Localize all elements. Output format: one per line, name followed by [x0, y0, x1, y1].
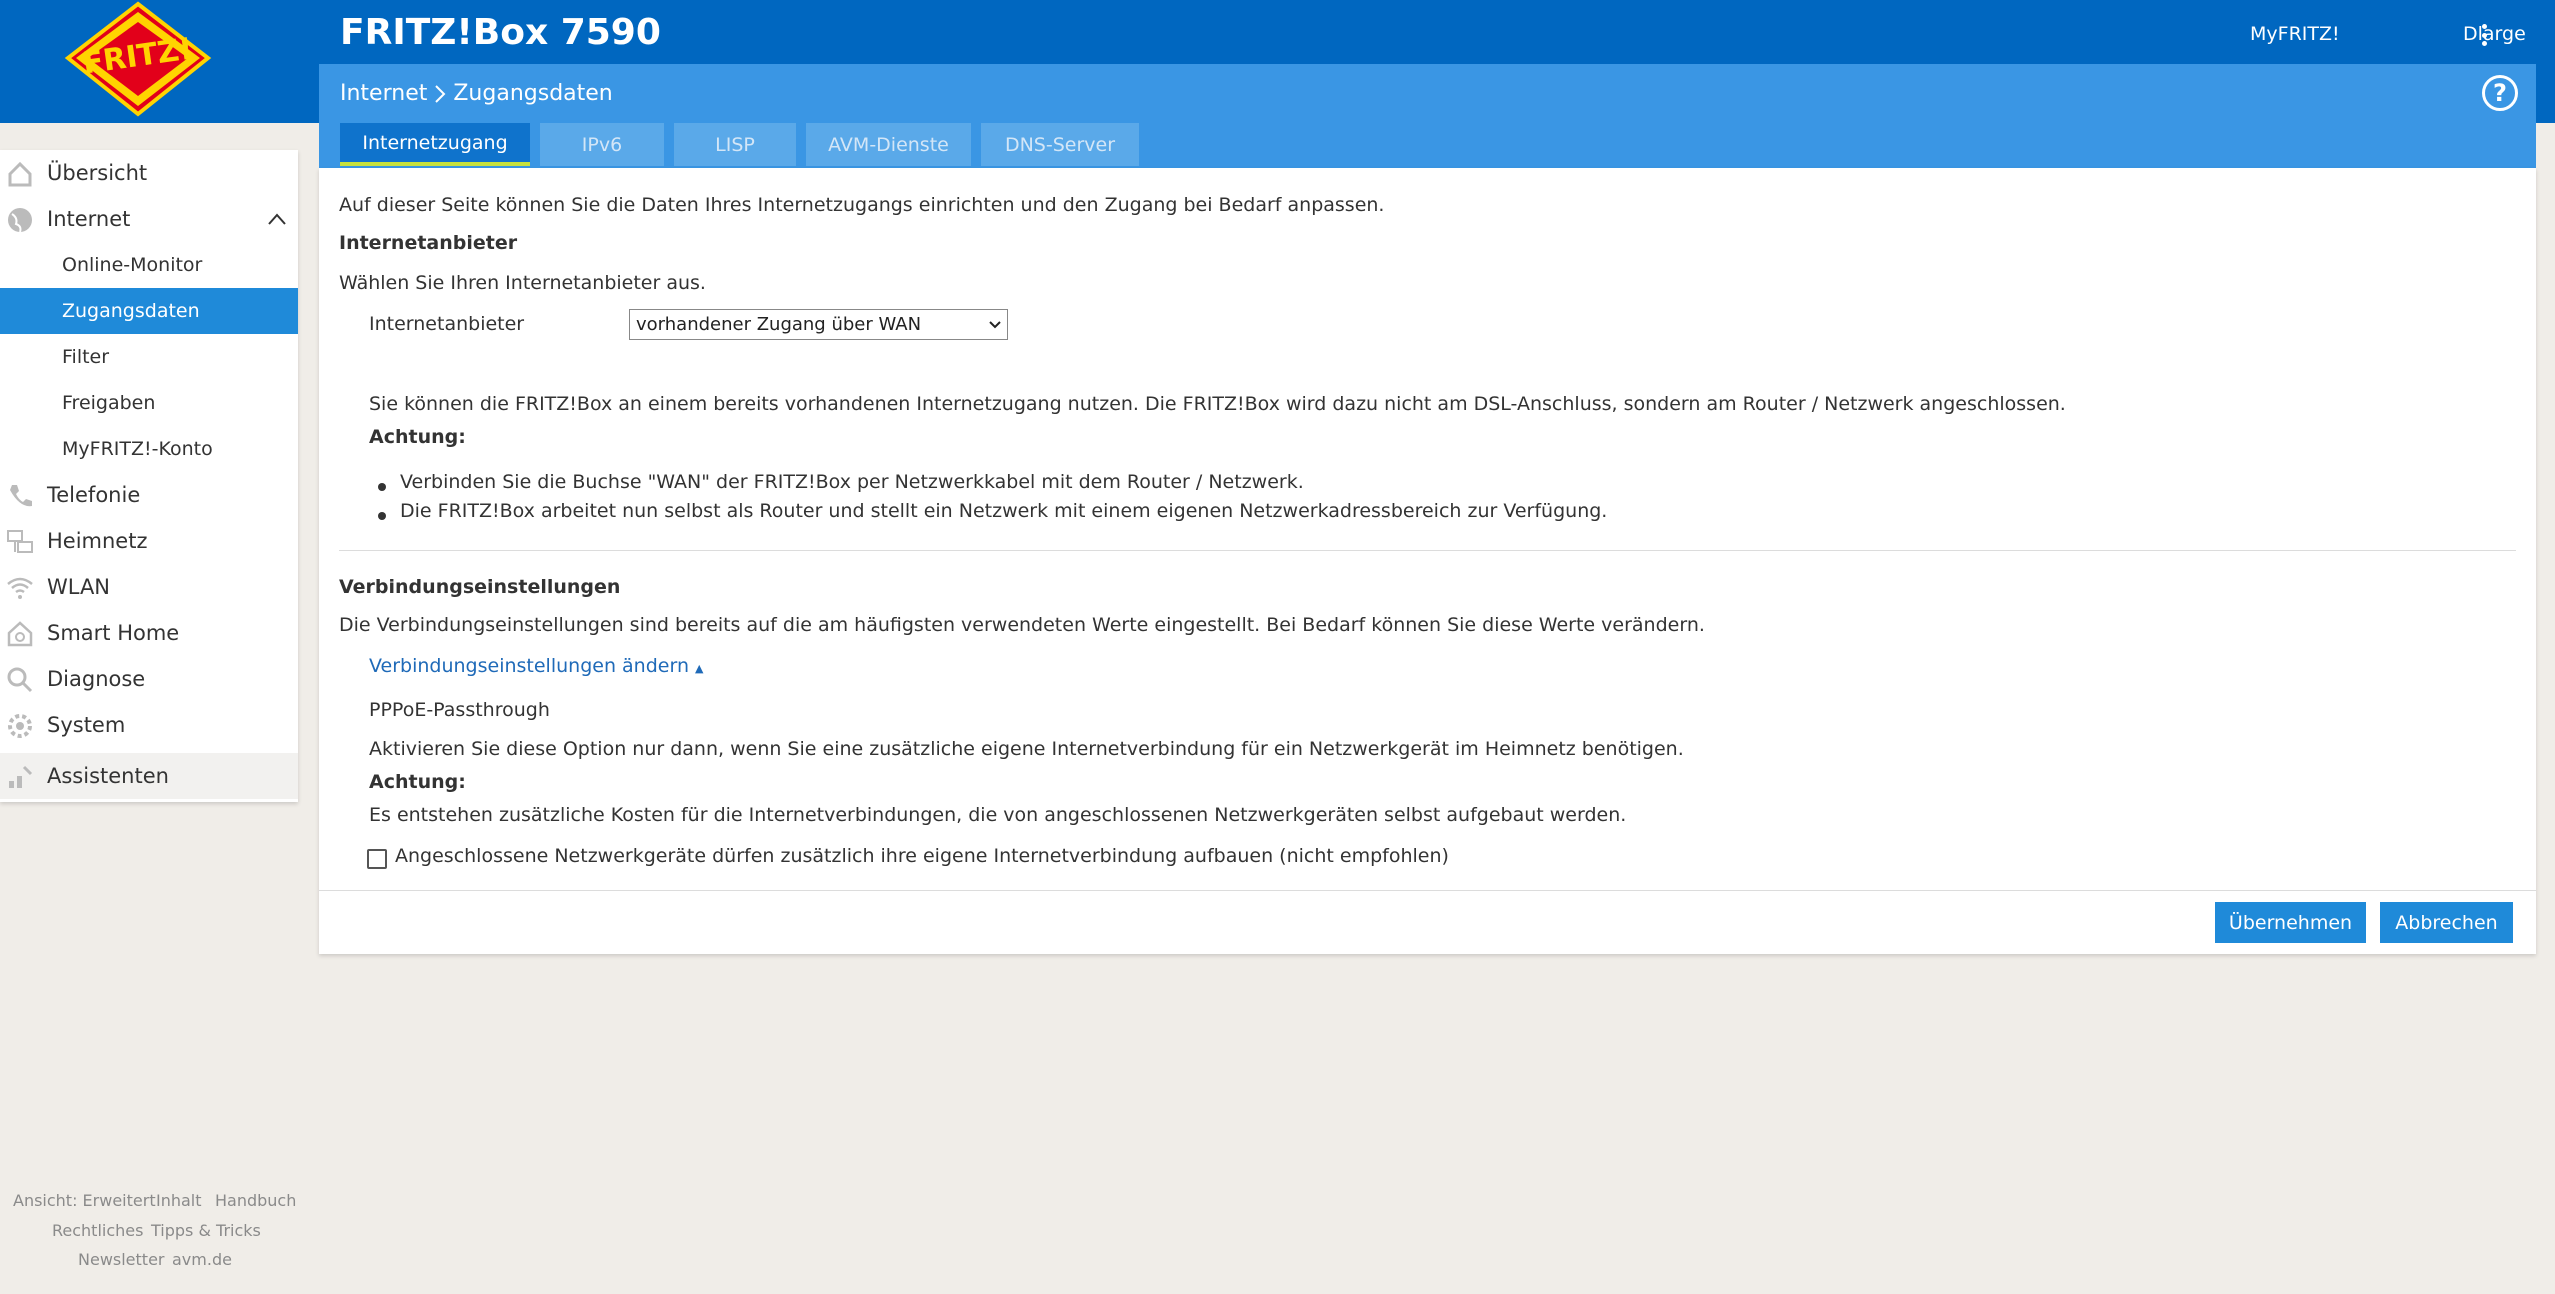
tab-lisp[interactable]: LISP	[674, 123, 796, 166]
main-content: Auf dieser Seite können Sie die Daten Ih…	[319, 168, 2536, 954]
attention-label-2: Achtung:	[369, 771, 466, 793]
sidebar-item-freigaben[interactable]: Freigaben	[0, 380, 298, 426]
sidebar-item-system[interactable]: System	[0, 702, 298, 748]
footer-tips-link[interactable]: Tipps & Tricks	[151, 1221, 261, 1240]
intro-text: Auf dieser Seite können Sie die Daten Ih…	[339, 194, 1385, 216]
tab-internetzugang[interactable]: Internetzugang	[340, 123, 530, 166]
system-gear-icon	[8, 714, 32, 738]
pppoe-hint: Aktivieren Sie diese Option nur dann, we…	[369, 738, 1684, 760]
bullet-dot	[378, 483, 386, 491]
connection-heading: Verbindungseinstellungen	[339, 576, 621, 598]
chevron-up-icon[interactable]	[268, 213, 286, 225]
smart-home-icon	[7, 621, 33, 647]
pppoe-heading: PPPoE-Passthrough	[369, 699, 550, 721]
sidebar-item-assistenten[interactable]: Assistenten	[0, 753, 298, 799]
cancel-button[interactable]: Abbrechen	[2380, 902, 2513, 943]
caret-up-icon: ▲	[695, 662, 704, 675]
page-header: Internet Zugangsdaten ? Internetzugang I…	[319, 64, 2536, 168]
sidebar-item-label: Filter	[62, 346, 110, 368]
footer-contents-link[interactable]: Inhalt	[156, 1191, 202, 1210]
attention-label: Achtung:	[369, 426, 466, 448]
footer-avm-link[interactable]: avm.de	[172, 1250, 232, 1269]
sidebar-item-label: Telefonie	[47, 483, 141, 507]
provider-select-value: vorhandener Zugang über WAN	[636, 314, 922, 335]
sidebar-item-label: Online-Monitor	[62, 254, 203, 276]
sidebar-item-label: Heimnetz	[47, 529, 148, 553]
fritz-logo[interactable]: FRITZ!	[60, 0, 220, 120]
help-icon[interactable]: ?	[2482, 75, 2518, 111]
connection-settings-link[interactable]: Verbindungseinstellungen ändern ▲	[369, 655, 704, 677]
chevron-right-icon	[435, 84, 446, 103]
sidebar-item-heimnetz[interactable]: Heimnetz	[0, 518, 298, 564]
apply-button[interactable]: Übernehmen	[2215, 902, 2366, 943]
footer-manual-link[interactable]: Handbuch	[215, 1191, 296, 1210]
bullet-dot	[378, 512, 386, 520]
sidebar-item-label: MyFRITZ!-Konto	[62, 438, 213, 460]
sidebar-item-myfritz-konto[interactable]: MyFRITZ!-Konto	[0, 426, 298, 472]
footer-newsletter-link[interactable]: Newsletter	[78, 1250, 165, 1269]
wifi-icon	[7, 577, 33, 599]
sidebar-item-label: WLAN	[47, 575, 111, 599]
breadcrumb-section[interactable]: Internet	[340, 81, 427, 106]
pppoe-passthrough-checkbox[interactable]	[367, 849, 387, 869]
sidebar-item-label: Internet	[47, 207, 131, 231]
globe-icon	[8, 208, 32, 233]
provider-heading: Internetanbieter	[339, 232, 518, 254]
pppoe-checkbox-label[interactable]: Angeschlossene Netzwerkgeräte dürfen zus…	[395, 845, 1449, 867]
wizard-icon	[9, 765, 33, 788]
sidebar-item-label: Diagnose	[47, 667, 146, 691]
sidebar-item-label: Assistenten	[47, 764, 169, 788]
myfritz-link[interactable]: MyFRITZ!	[2250, 23, 2340, 45]
sidebar-item-telefonie[interactable]: Telefonie	[0, 472, 298, 518]
sidebar-item-filter[interactable]: Filter	[0, 334, 298, 380]
sidebar-item-label: Übersicht	[47, 161, 148, 185]
network-icon	[7, 530, 33, 553]
bullet-item-2: Die FRITZ!Box arbeitet nun selbst als Ro…	[400, 500, 1608, 522]
section-divider	[339, 550, 2516, 551]
tab-ipv6[interactable]: IPv6	[540, 123, 664, 166]
chevron-down-icon	[989, 320, 1001, 328]
sidebar-item-wlan[interactable]: WLAN	[0, 564, 298, 610]
sidebar-item-online-monitor[interactable]: Online-Monitor	[0, 242, 298, 288]
user-name[interactable]: Dlarge	[2463, 23, 2526, 45]
product-title: FRITZ!Box 7590	[340, 12, 661, 53]
sidebar-item-label: Freigaben	[62, 392, 156, 414]
sidebar-item-zugangsdaten[interactable]: Zugangsdaten	[0, 288, 298, 334]
connection-hint: Die Verbindungseinstellungen sind bereit…	[339, 614, 1705, 636]
sidebar-item-label: System	[47, 713, 126, 737]
provider-select[interactable]: vorhandener Zugang über WAN	[629, 309, 1008, 340]
footer-view-mode[interactable]: Ansicht: Erweitert	[13, 1191, 156, 1210]
tab-avm-dienste[interactable]: AVM-Dienste	[806, 123, 971, 166]
sidebar-item-label: Smart Home	[47, 621, 180, 645]
connection-settings-link-label: Verbindungseinstellungen ändern	[369, 655, 689, 677]
diagnosis-icon	[7, 667, 33, 693]
home-icon	[8, 161, 32, 187]
sidebar-item-label: Zugangsdaten	[62, 300, 200, 322]
breadcrumb: Internet Zugangsdaten	[340, 81, 613, 106]
wan-info-text: Sie können die FRITZ!Box an einem bereit…	[369, 393, 2066, 415]
footer-legal-link[interactable]: Rechtliches	[52, 1221, 143, 1240]
tab-bar: Internetzugang IPv6 LISP AVM-Dienste DNS…	[340, 123, 1139, 168]
sidebar-item-smart-home[interactable]: Smart Home	[0, 610, 298, 656]
more-menu-icon[interactable]	[2481, 24, 2487, 46]
tab-dns-server[interactable]: DNS-Server	[981, 123, 1139, 166]
sidebar-nav: Übersicht Internet Online-Monitor Zugang…	[0, 150, 298, 802]
sidebar-item-uebersicht[interactable]: Übersicht	[0, 150, 298, 196]
sidebar-item-diagnose[interactable]: Diagnose	[0, 656, 298, 702]
bullet-item-1: Verbinden Sie die Buchse "WAN" der FRITZ…	[400, 471, 1304, 493]
provider-label: Internetanbieter	[369, 313, 525, 335]
breadcrumb-page: Zugangsdaten	[453, 81, 613, 106]
sidebar-item-internet[interactable]: Internet	[0, 196, 298, 242]
footer-divider	[319, 890, 2536, 891]
provider-hint: Wählen Sie Ihren Internetanbieter aus.	[339, 272, 706, 294]
phone-icon	[10, 485, 32, 507]
pppoe-cost-text: Es entstehen zusätzliche Kosten für die …	[369, 804, 1627, 826]
